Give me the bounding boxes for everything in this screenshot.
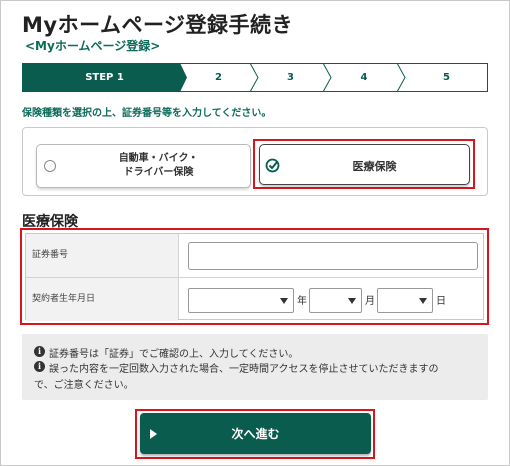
auto-insurance-option[interactable]: 自動車・バイク・ ドライバー保険 [36, 144, 251, 188]
info-icon: i [34, 361, 45, 372]
step-4-divider [396, 63, 406, 92]
birth-day-select[interactable] [377, 288, 433, 313]
step-2-label: 2 [215, 72, 222, 83]
medical-insurance-label: 医療保険 [352, 160, 397, 173]
policy-number-input[interactable] [188, 242, 478, 270]
note-line-3: で、ご注意ください。 [34, 380, 134, 391]
page-title: Myホームページ登録手続き [22, 13, 294, 37]
step-1-label: STEP 1 [85, 72, 124, 83]
birth-month-select[interactable] [309, 288, 362, 313]
breadcrumb: <Myホームページ登録> [25, 39, 161, 53]
month-unit: 月 [365, 296, 375, 307]
note-line-2: 誤った内容を一定回数入力された場合、一定時間アクセスを停止させていただきますの [49, 364, 439, 375]
policy-number-label: 証券番号 [26, 234, 178, 277]
year-unit: 年 [297, 296, 307, 307]
birthdate-label: 契約者生年月日 [26, 278, 178, 321]
next-button[interactable]: 次へ進む [140, 413, 371, 454]
step-progress: STEP 1 2 3 4 5 [22, 63, 488, 92]
step-3-label: 3 [287, 72, 294, 83]
step-3-divider [322, 63, 332, 92]
info-icon: i [34, 346, 45, 357]
policy-form: 証券番号 契約者生年月日 年 月 日 [25, 233, 484, 321]
day-unit: 日 [436, 296, 446, 307]
step-5-label: 5 [443, 72, 450, 83]
radio-unselected-icon [44, 160, 56, 172]
medical-insurance-option[interactable]: 医療保険 [259, 144, 470, 185]
note-line-1: 証券番号は「証券」でご確認の上、入力してください。 [49, 349, 299, 360]
row-divider [26, 277, 483, 278]
birth-year-select[interactable] [188, 288, 294, 313]
chevron-down-icon [348, 298, 356, 304]
instruction-text: 保険種類を選択の上、証券番号等を入力してください。 [22, 108, 272, 119]
notes-box: i 証券番号は「証券」でご確認の上、入力してください。 i 誤った内容を一定回数… [22, 334, 488, 400]
next-button-label: 次へ進む [231, 427, 280, 441]
chevron-down-icon [280, 298, 288, 304]
step-4-label: 4 [360, 72, 368, 83]
step-2-divider [249, 63, 259, 92]
column-divider [178, 234, 179, 319]
chevron-down-icon [419, 298, 427, 304]
check-circle-icon [265, 158, 280, 173]
auto-insurance-label: 自動車・バイク・ ドライバー保険 [118, 153, 199, 178]
